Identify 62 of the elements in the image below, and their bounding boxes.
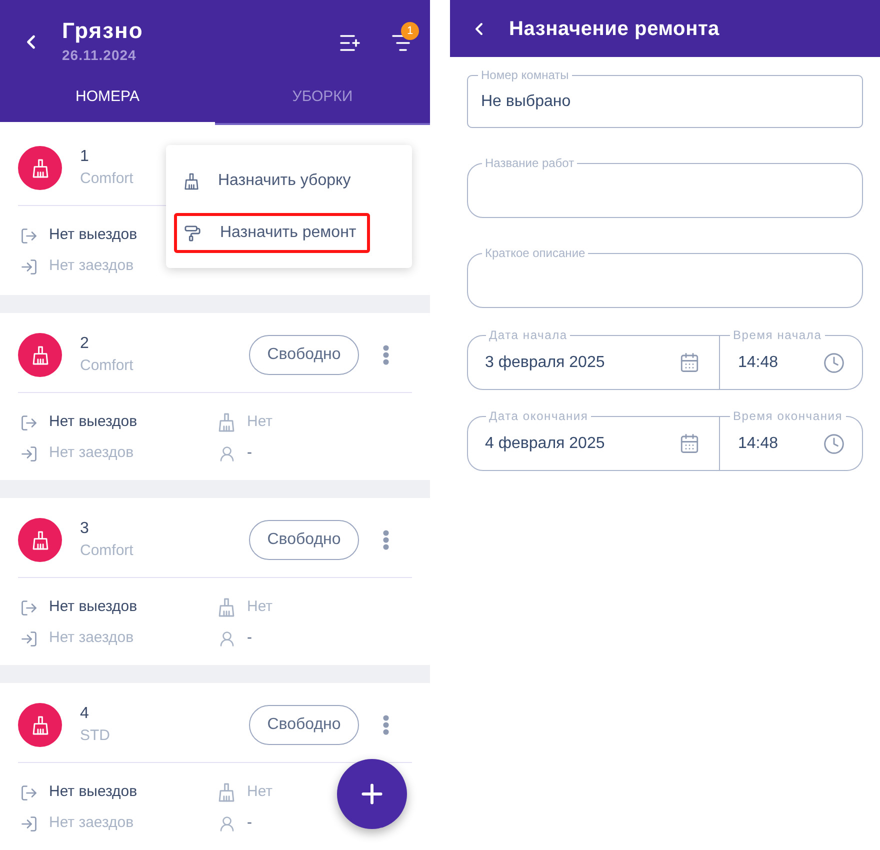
room-category: Comfort xyxy=(80,169,134,189)
more-icon xyxy=(383,530,389,550)
enter-icon xyxy=(20,444,38,462)
menu-item[interactable]: Назначить ремонт xyxy=(174,213,370,253)
clock-icon xyxy=(823,352,845,374)
status-button[interactable]: Свободно xyxy=(249,520,359,560)
broom-avatar-icon xyxy=(18,703,62,747)
field-label: Название работ xyxy=(482,155,578,171)
enter-icon xyxy=(20,814,38,832)
broom-avatar-icon xyxy=(18,146,62,190)
room-category: Comfort xyxy=(80,356,134,376)
cleaner-text: Нет xyxy=(247,412,273,432)
exit-icon xyxy=(20,598,38,616)
calendar-icon xyxy=(679,352,700,373)
screen-title: Грязно xyxy=(62,18,144,44)
broom-avatar-icon xyxy=(18,333,62,377)
exit-icon xyxy=(20,226,38,244)
more-icon xyxy=(383,715,389,735)
broom-avatar-icon xyxy=(18,518,62,562)
enter-icon xyxy=(20,630,38,648)
status-button[interactable]: Свободно xyxy=(249,335,359,375)
check-out-text: Нет выездов xyxy=(49,225,138,246)
check-in-text: Нет заездов xyxy=(49,813,134,834)
room-category: Comfort xyxy=(80,541,134,561)
broom-icon xyxy=(184,172,199,190)
menu-item[interactable]: Назначить уборку xyxy=(174,161,370,201)
exit-icon xyxy=(20,414,38,432)
check-in-text: Нет заездов xyxy=(49,443,134,464)
exit-icon xyxy=(20,784,38,802)
check-in-text: Нет заездов xyxy=(49,256,134,276)
cleaner-text: Нет xyxy=(247,782,273,802)
person-icon xyxy=(218,630,236,648)
room-number: 1 xyxy=(80,147,90,167)
assignee-text: - xyxy=(247,443,252,464)
paint-roller-icon xyxy=(184,224,201,242)
broom-icon xyxy=(218,598,235,617)
room-number: 2 xyxy=(80,334,90,354)
room-category: STD xyxy=(80,726,110,746)
room-card[interactable]: 2 Comfort Свободно Нет выездов Нет Нет заездов - xyxy=(0,313,430,480)
assignee-text: - xyxy=(247,628,252,648)
check-out-text: Нет выездов xyxy=(49,597,138,618)
room-number: 4 xyxy=(80,704,90,724)
calendar-icon xyxy=(679,433,700,454)
assignee-text: - xyxy=(247,813,252,834)
enter-icon xyxy=(20,258,38,276)
check-in-text: Нет заездов xyxy=(49,628,134,648)
check-out-text: Нет выездов xyxy=(49,412,138,432)
room-number: 3 xyxy=(80,519,90,539)
broom-icon xyxy=(218,413,235,432)
screen-title: Назначение ремонта xyxy=(509,16,720,42)
more-icon xyxy=(383,345,389,365)
person-icon xyxy=(218,444,236,462)
clock-icon xyxy=(823,432,845,454)
person-icon xyxy=(218,814,236,832)
filter-badge: 1 xyxy=(401,22,419,40)
status-button[interactable]: Свободно xyxy=(249,705,359,745)
room-card[interactable]: 3 Comfort Свободно Нет выездов Нет Нет заездов - xyxy=(0,498,430,665)
broom-icon xyxy=(218,783,235,802)
check-out-text: Нет выездов xyxy=(49,782,138,802)
cleaner-text: Нет xyxy=(247,597,273,618)
screen-date: 26.11.2024 xyxy=(62,46,138,64)
room-card[interactable]: 4 STD Свободно Нет выездов Нет Нет заездов - xyxy=(0,683,430,850)
